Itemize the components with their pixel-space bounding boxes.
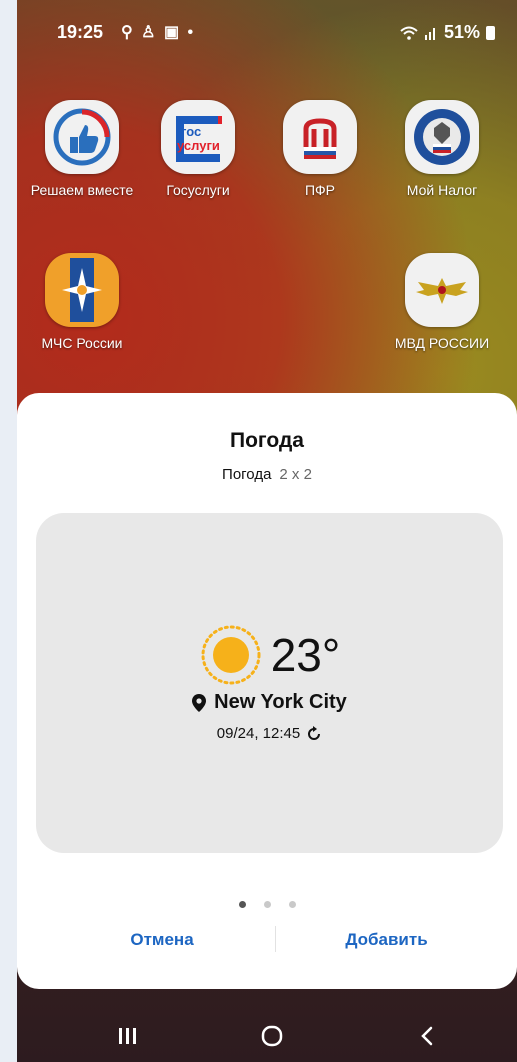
battery-percent: 51% [443, 22, 480, 42]
widget-name: Погода [222, 466, 272, 483]
home-button[interactable] [242, 1016, 302, 1056]
widget-size: 2 x 2 [279, 466, 312, 483]
app-pfr[interactable]: ПФР [265, 100, 375, 198]
accessibility-icon: ♙ [141, 24, 158, 41]
page-indicator [17, 901, 517, 908]
tax-service-emblem [405, 100, 479, 174]
updated-time: 09/24, 12:45 [216, 725, 301, 742]
add-widget-button[interactable]: Добавить [329, 920, 444, 960]
mvd-eagle-emblem [405, 253, 479, 327]
phone-screen: 19:25 ⚲ ♙ ▣ • 51% Решаем вместе гос услу… [17, 0, 517, 1062]
app-moy-nalog[interactable]: Мой Налог [387, 100, 497, 198]
page-dot-active [238, 901, 246, 908]
pfr-logo [283, 100, 357, 174]
status-right-icons: 51% [400, 22, 495, 43]
wifi-icon [400, 26, 418, 40]
status-left-icons: ⚲ ♙ ▣ • [121, 22, 195, 42]
widget-bottom-sheet: Погода Погода 2 x 2 23° New York City 09… [17, 393, 517, 989]
svg-text:услуги: услуги [177, 138, 220, 153]
status-bar: 19:25 ⚲ ♙ ▣ • 51% [17, 0, 517, 64]
temperature-row: 23° [36, 623, 503, 687]
app-gosuslugi[interactable]: гос услуги Госуслуги [143, 100, 253, 198]
thumbs-up-icon [45, 100, 119, 174]
sheet-title: Погода [230, 429, 304, 452]
app-label: Мой Налог [406, 182, 478, 198]
svg-text:гос: гос [181, 124, 201, 139]
button-divider [275, 926, 276, 952]
page-dot [263, 901, 271, 908]
navigation-bar [17, 1010, 517, 1062]
signal-icon [424, 27, 435, 40]
gosuslugi-logo: гос услуги [161, 100, 235, 174]
city-name: New York City [214, 691, 347, 713]
recents-icon [119, 1028, 136, 1044]
location-row: New York City [36, 691, 503, 714]
back-button[interactable] [397, 1016, 457, 1056]
widget-preview[interactable]: 23° New York City 09/24, 12:45 [36, 513, 503, 853]
home-icon [261, 1025, 283, 1047]
status-time: 19:25 [57, 22, 104, 42]
gallery-icon: ▣ [163, 24, 182, 41]
page-dot [288, 901, 296, 908]
notification-dot: • [187, 24, 196, 41]
widget-info: Погода 2 x 2 [17, 466, 517, 483]
sun-icon [201, 625, 261, 685]
app-label: Госуслуги [166, 182, 230, 198]
search-icon: ⚲ [121, 24, 135, 41]
cancel-button[interactable]: Отмена [112, 920, 212, 960]
app-reshaem-vmeste[interactable]: Решаем вместе [27, 100, 137, 198]
updated-row: 09/24, 12:45 [36, 725, 503, 742]
app-label: МВД РОССИИ [394, 335, 490, 351]
battery-icon [486, 25, 495, 40]
refresh-icon[interactable] [306, 725, 322, 742]
recents-button[interactable] [97, 1016, 157, 1056]
temperature: 23° [270, 629, 341, 681]
back-icon [421, 1026, 433, 1046]
location-pin-icon [192, 693, 207, 712]
app-mchs[interactable]: МЧС России [27, 253, 137, 351]
app-mvd[interactable]: МВД РОССИИ [387, 253, 497, 351]
app-label: МЧС России [41, 335, 123, 351]
app-label: ПФР [304, 182, 336, 198]
app-label: Решаем вместе [30, 182, 134, 198]
mchs-emblem [45, 253, 119, 327]
